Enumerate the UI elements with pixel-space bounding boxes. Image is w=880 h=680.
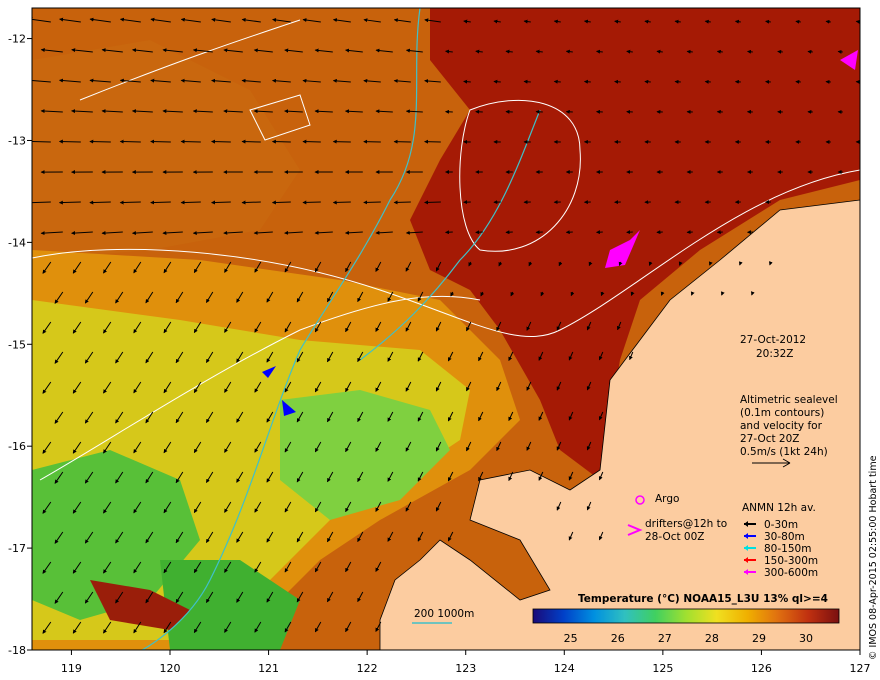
x-tick-label: 126 (751, 662, 772, 675)
velocity-arrow (119, 200, 141, 205)
velocity-arrow (535, 49, 543, 54)
velocity-arrow (463, 79, 471, 84)
velocity-arrow (583, 79, 591, 84)
x-tick-label: 127 (850, 662, 871, 675)
y-tick-label: -16 (8, 440, 26, 453)
velocity-arrow (777, 49, 783, 54)
y-tick-label: -17 (8, 542, 26, 555)
velocity-arrow (271, 200, 291, 205)
velocity-arrow (837, 49, 843, 54)
velocity-arrow (746, 49, 753, 54)
anmn-legend-label: 0-30m (764, 519, 798, 531)
x-tick-label: 125 (652, 662, 673, 675)
x-tick-label: 122 (357, 662, 378, 675)
velocity-arrow (493, 79, 501, 84)
velocity-arrow (765, 19, 771, 24)
velocity-arrow (523, 79, 531, 84)
velocity-arrow (686, 49, 693, 54)
x-tick-label: 121 (258, 662, 279, 675)
velocity-arrow (89, 139, 111, 144)
altimetry-line-3: and velocity for (740, 420, 823, 432)
velocity-arrow (626, 49, 633, 54)
y-tick-label: -13 (8, 134, 26, 147)
y-tick-label: -14 (8, 236, 26, 249)
argo-label: Argo (655, 493, 679, 505)
colorbar-tick-label: 26 (611, 632, 625, 645)
velocity-arrow (89, 200, 111, 205)
date-label: 27-Oct-2012 (740, 334, 806, 346)
velocity-arrow (825, 19, 831, 24)
drifters-line-1: drifters@12h to (645, 518, 727, 530)
velocity-arrow (595, 49, 603, 54)
x-tick-label: 123 (455, 662, 476, 675)
y-tick-label: -12 (8, 33, 26, 46)
x-tick-label: 124 (554, 662, 575, 675)
x-axis: 119 120 121 122 123 124 125 126 127 (61, 650, 871, 675)
colorbar-title: Temperature (°C) NOAA15_L3U 13% ql>=4 (578, 593, 828, 605)
altimetry-line-4: 27-Oct 20Z (740, 433, 800, 445)
velocity-arrow (119, 139, 141, 144)
velocity-arrow (363, 200, 381, 205)
altimetry-line-2: (0.1m contours) (740, 407, 824, 419)
velocity-arrow (734, 19, 741, 24)
colorbar (532, 608, 840, 624)
velocity-arrow (150, 200, 171, 205)
colorbar-tick-label: 29 (752, 632, 766, 645)
velocity-arrow (302, 200, 321, 205)
anmn-legend-label: 30-80m (764, 531, 805, 543)
velocity-arrow (716, 49, 723, 54)
anmn-title: ANMN 12h av. (742, 502, 816, 514)
anmn-legend-label: 300-600m (764, 567, 818, 579)
isobath-label: 200 1000m (414, 608, 474, 620)
plot-area (32, 8, 860, 650)
anmn-legend-label: 150-300m (764, 555, 818, 567)
velocity-arrow (58, 200, 81, 205)
colorbar-tick-label: 28 (705, 632, 719, 645)
velocity-arrow (211, 200, 231, 205)
velocity-arrow (795, 19, 801, 24)
velocity-arrow (58, 139, 81, 144)
colorbar-tick-label: 27 (658, 632, 672, 645)
drifters-line-2: 28-Oct 00Z (645, 531, 705, 543)
velocity-arrow (656, 49, 663, 54)
y-axis: -12 -13 -14 -15 -16 -17 -18 (8, 33, 32, 657)
velocity-arrow (180, 200, 201, 205)
altimetry-line-5: 0.5m/s (1kt 24h) (740, 446, 828, 458)
y-tick-label: -18 (8, 644, 26, 657)
colorbar-tick-label: 30 (799, 632, 813, 645)
velocity-arrow (241, 200, 261, 205)
anmn-legend-label: 80-150m (764, 543, 811, 555)
x-tick-label: 120 (160, 662, 181, 675)
altimetry-line-1: Altimetric sealevel (740, 394, 838, 406)
sst-map: 119 120 121 122 123 124 125 126 127 -12 -13 -14 -15… (8, 7, 879, 675)
velocity-arrow (565, 49, 573, 54)
credit-text: © IMOS 08-Apr-2015 02:55:00 Hobart time (868, 455, 879, 660)
velocity-arrow (393, 200, 411, 205)
velocity-arrow (807, 49, 813, 54)
x-tick-label: 119 (61, 662, 82, 675)
time-label: 20:32Z (756, 348, 793, 360)
velocity-arrow (553, 79, 561, 84)
velocity-arrow (332, 200, 351, 205)
y-tick-label: -15 (8, 338, 26, 351)
colorbar-tick-label: 25 (564, 632, 578, 645)
velocity-arrow (424, 200, 441, 205)
